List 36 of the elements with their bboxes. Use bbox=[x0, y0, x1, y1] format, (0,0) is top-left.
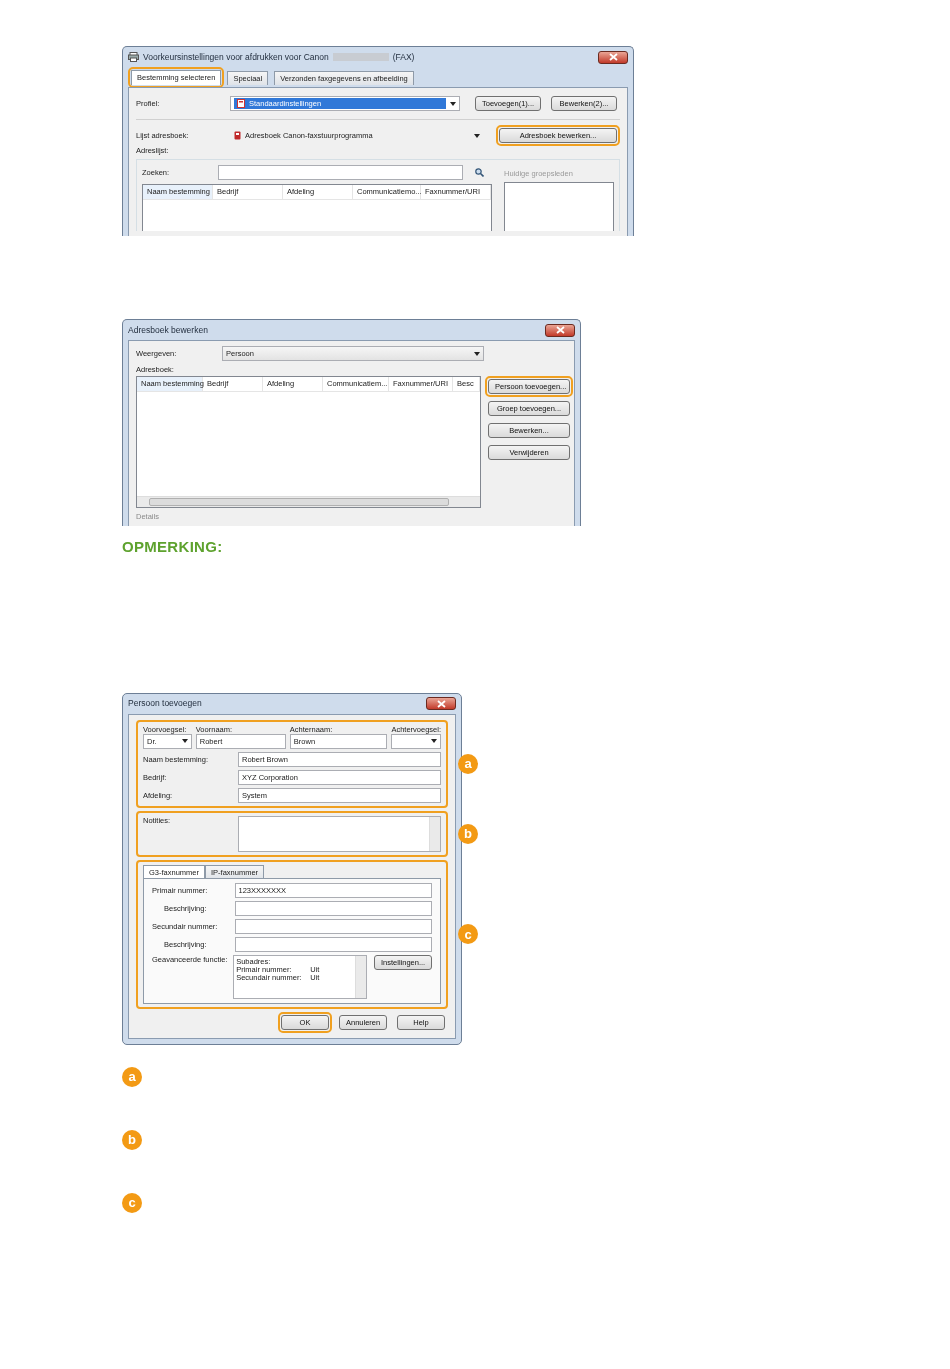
callout-marker: b bbox=[122, 1129, 142, 1150]
search-field[interactable] bbox=[218, 165, 463, 180]
vertical-scrollbar[interactable] bbox=[355, 955, 366, 998]
window-title: Voorkeursinstellingen voor afdrukken voor Canon bbox=[143, 51, 329, 63]
dropdown-caret-icon bbox=[474, 133, 480, 138]
text-field[interactable] bbox=[234, 918, 432, 934]
printer-icon bbox=[128, 52, 139, 62]
callout-marker: b bbox=[458, 823, 478, 844]
callout-marker: c bbox=[458, 924, 478, 944]
callout-marker: c bbox=[122, 1192, 142, 1213]
dropdown-caret-icon bbox=[431, 739, 437, 743]
close-icon bbox=[555, 326, 565, 334]
dropdown-caret-icon bbox=[181, 739, 188, 743]
vertical-scrollbar[interactable] bbox=[429, 816, 440, 851]
close-button[interactable] bbox=[598, 50, 628, 64]
dropdown-caret-icon bbox=[474, 351, 480, 356]
dropdown-caret-icon bbox=[450, 101, 456, 106]
horizontal-scrollbar[interactable] bbox=[137, 496, 480, 507]
dropdown[interactable] bbox=[391, 733, 441, 749]
window-title: Adresboek bewerken bbox=[128, 324, 208, 336]
book-icon bbox=[234, 131, 241, 140]
note-heading: OPMERKING: bbox=[122, 537, 224, 557]
notes-field[interactable] bbox=[238, 815, 441, 852]
close-button[interactable] bbox=[545, 323, 575, 337]
redacted-text bbox=[332, 53, 389, 61]
text-field[interactable] bbox=[235, 936, 432, 952]
callout-marker: a bbox=[458, 753, 478, 774]
callout-marker: a bbox=[122, 1066, 142, 1087]
close-icon bbox=[436, 699, 446, 708]
window-title: (FAX) bbox=[392, 51, 415, 63]
text-field[interactable] bbox=[235, 900, 432, 916]
search-icon bbox=[475, 168, 484, 177]
window-title: Persoon toevoegen bbox=[128, 698, 202, 709]
document-icon bbox=[237, 99, 245, 108]
close-icon bbox=[608, 53, 618, 61]
close-button[interactable] bbox=[426, 697, 456, 710]
